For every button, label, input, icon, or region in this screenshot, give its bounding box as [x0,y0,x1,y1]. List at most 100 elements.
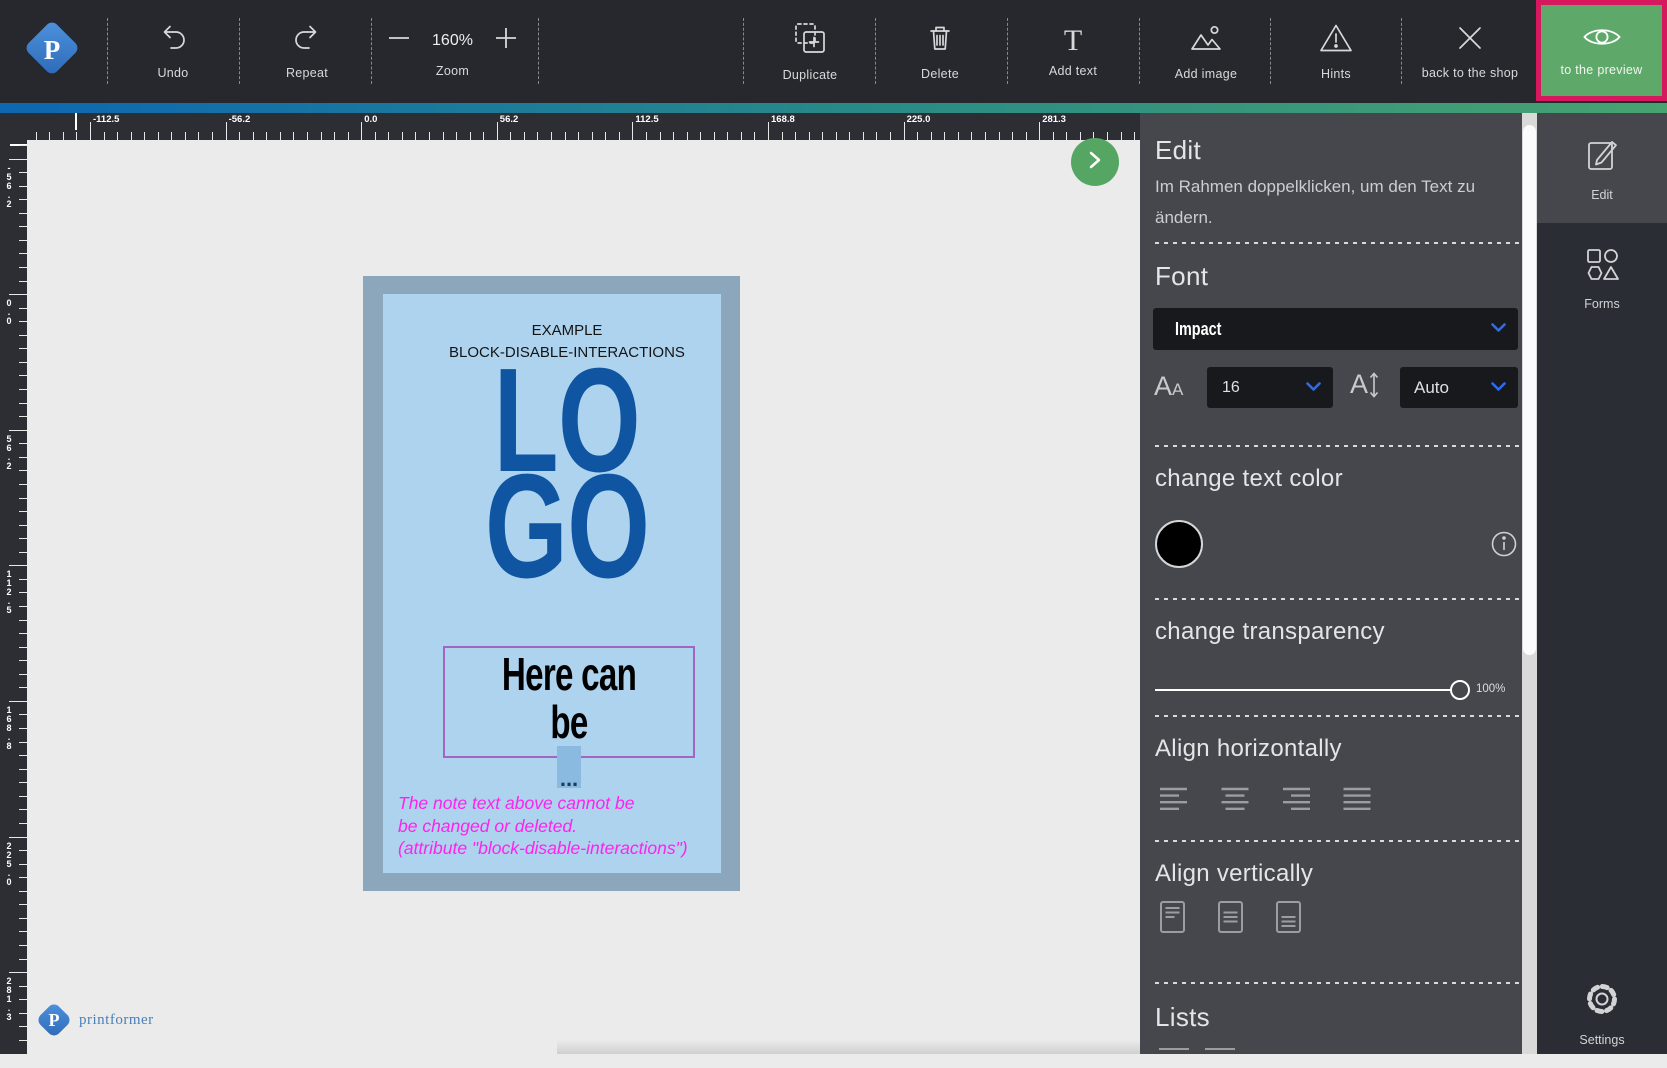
ruler-tick [19,742,27,743]
text-color-swatch[interactable] [1155,520,1203,568]
ruler-tick [700,132,701,140]
hints-button[interactable]: Hints [1286,0,1386,103]
tab-forms[interactable]: Forms [1537,223,1667,333]
zoom-label: Zoom [436,64,469,78]
ruler-tick [19,443,27,444]
align-vertical-buttons [1159,900,1302,939]
ruler-tick [19,728,27,729]
zoom-out-button[interactable] [386,25,412,56]
align-top-icon[interactable] [1159,900,1186,939]
ruler-tick [19,186,27,187]
zoom-in-button[interactable] [493,25,519,56]
edit-pencil-icon [1584,135,1620,178]
ruler-tick [226,122,227,140]
ruler-tick [985,132,986,140]
ruler-tick [727,132,728,140]
ruler-tick [19,403,27,404]
align-right-icon[interactable] [1281,785,1311,816]
align-bottom-icon[interactable] [1275,900,1302,939]
scrollbar-thumb[interactable] [1523,125,1536,655]
transparency-slider[interactable] [1155,679,1460,701]
ruler-tick [592,132,593,140]
poster-logo-text[interactable]: LO GO [413,368,721,580]
ruler-tick [483,132,484,140]
ruler-tick [660,132,661,140]
ruler-tick [19,931,27,932]
ruler-tick [171,132,172,140]
tab-settings[interactable]: Settings [1537,965,1667,1061]
to-the-preview-button[interactable]: to the preview [1536,0,1667,101]
lists-icons-partial [1159,1048,1235,1068]
ruler-tick [9,701,27,702]
ruler-tick [19,809,27,810]
toolbar-separator [1139,18,1140,84]
ruler-tick [348,132,349,140]
add-image-button[interactable]: Add image [1156,0,1256,103]
font-size-value: 16 [1222,379,1240,397]
ruler-tick [578,132,579,140]
ruler-tick [19,199,27,200]
ruler-tick [19,498,27,499]
line-height-icon: A [1350,369,1380,400]
undo-button[interactable]: Undo [123,0,223,103]
ruler-tick [632,122,633,140]
font-family-value: Impact [1175,319,1221,340]
poster-page[interactable]: EXAMPLE BLOCK-DISABLE-INTERACTIONS LO GO… [383,294,721,873]
repeat-button[interactable]: Repeat [257,0,357,103]
font-family-select[interactable]: Impact [1153,308,1518,350]
ruler-tick [9,294,27,295]
info-icon[interactable] [1490,530,1518,563]
font-size-select[interactable]: 16 [1207,367,1333,408]
ruler-label: -56.2 [4,163,14,208]
ruler-tick [673,132,674,140]
ruler-tick [19,918,27,919]
panel-description: Im Rahmen doppelklicken, um den Text zu … [1155,171,1523,233]
line-height-select[interactable]: Auto [1400,367,1518,408]
ruler-tick [76,132,77,140]
ruler-tick [361,122,362,140]
ruler-tick [375,132,376,140]
ruler-tick [822,132,823,140]
chevron-down-icon [1491,320,1506,338]
align-middle-icon[interactable] [1217,900,1244,939]
align-center-icon[interactable] [1220,785,1250,816]
ruler-tick [1066,132,1067,140]
panel-scrollbar[interactable] [1522,113,1537,1054]
ruler-tick [836,132,837,140]
align-left-icon[interactable] [1159,785,1189,816]
lists-section-title: Lists [1155,1002,1210,1033]
back-to-shop-label: back to the shop [1422,66,1519,80]
close-icon [1455,23,1485,58]
redo-icon [291,23,323,58]
ruler-tick [19,362,27,363]
ruler-tick [809,132,810,140]
note-line3: (attribute "block-disable-interactions") [398,837,688,860]
ruler-label: 112.5 [635,114,658,125]
ruler-tick [307,132,308,140]
logo-line2: GO [485,474,649,580]
ruler-tick [117,132,118,140]
ruler-tick [334,132,335,140]
duplicate-button[interactable]: Duplicate [760,0,860,103]
toolbar-separator [107,18,108,84]
back-to-shop-button[interactable]: back to the shop [1410,0,1530,103]
tab-edit[interactable]: Edit [1537,113,1667,223]
add-text-button[interactable]: T Add text [1023,0,1123,103]
horizontal-ruler: -112.5-56.20.056.2112.5168.8225.0281.3 [27,113,1140,140]
ruler-label: 168.8 [4,705,14,750]
editable-text-frame[interactable]: Here can be ... [443,646,695,758]
design-canvas[interactable]: EXAMPLE BLOCK-DISABLE-INTERACTIONS LO GO… [27,140,1140,1054]
ruler-tick [19,145,27,146]
divider [1155,982,1522,984]
line-height-value: Auto [1414,378,1449,398]
delete-button[interactable]: Delete [890,0,990,103]
divider [1155,598,1522,600]
ruler-tick [1026,132,1027,140]
slider-handle[interactable] [1450,680,1470,700]
next-step-button[interactable] [1071,138,1119,186]
ruler-label: -56.2 [229,114,251,125]
align-justify-icon[interactable] [1342,785,1372,816]
ruler-tick [890,132,891,140]
font-size-icon: AA [1154,371,1183,402]
ruler-tick [19,606,27,607]
